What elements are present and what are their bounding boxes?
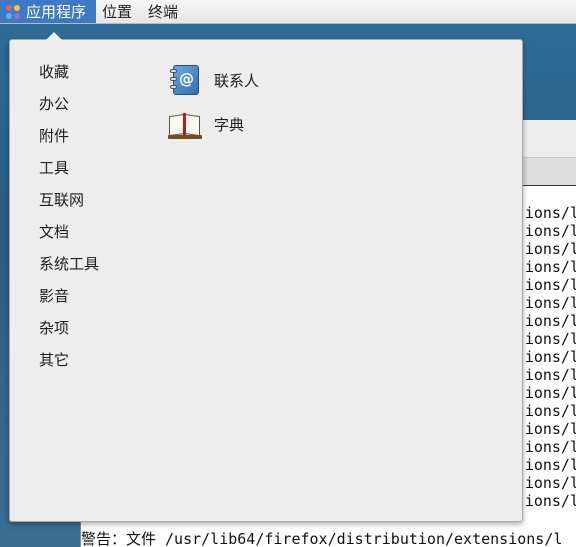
category-sound-video[interactable]: 影音 xyxy=(39,280,99,312)
category-internet[interactable]: 互联网 xyxy=(39,184,99,216)
applications-menu-popup: 收藏 办公 附件 工具 互联网 文档 系统工具 影音 杂项 其它 @ 联系人 字… xyxy=(9,32,523,522)
category-favorites[interactable]: 收藏 xyxy=(39,56,99,88)
top-panel: 应用程序 位置 终端 xyxy=(0,0,576,24)
category-accessories[interactable]: 附件 xyxy=(39,120,99,152)
app-label: 联系人 xyxy=(214,71,260,90)
app-dictionary[interactable]: 字典 xyxy=(168,102,259,146)
terminal-last-line: 警告：文件 /usr/lib64/firefox/distribution/ex… xyxy=(81,528,576,547)
applications-icon xyxy=(6,4,20,19)
terminal-menu-button[interactable]: 终端 xyxy=(142,0,188,23)
category-sundry[interactable]: 杂项 xyxy=(39,312,99,344)
app-contacts[interactable]: @ 联系人 xyxy=(168,58,259,102)
category-list: 收藏 办公 附件 工具 互联网 文档 系统工具 影音 杂项 其它 xyxy=(39,56,99,376)
app-list: @ 联系人 字典 xyxy=(168,58,259,146)
applications-menu-label: 应用程序 xyxy=(26,3,87,21)
terminal-menu-label: 终端 xyxy=(148,3,179,21)
category-system-tools[interactable]: 系统工具 xyxy=(39,248,99,280)
popup-pointer xyxy=(46,32,62,40)
places-menu-button[interactable]: 位置 xyxy=(96,0,142,23)
category-office[interactable]: 办公 xyxy=(39,88,99,120)
places-menu-label: 位置 xyxy=(102,3,133,21)
category-documents[interactable]: 文档 xyxy=(39,216,99,248)
dictionary-icon xyxy=(168,107,202,141)
app-label: 字典 xyxy=(214,115,245,134)
applications-menu-button[interactable]: 应用程序 xyxy=(0,0,97,23)
contacts-icon: @ xyxy=(168,63,202,97)
category-utilities[interactable]: 工具 xyxy=(39,152,99,184)
category-other[interactable]: 其它 xyxy=(39,344,99,376)
